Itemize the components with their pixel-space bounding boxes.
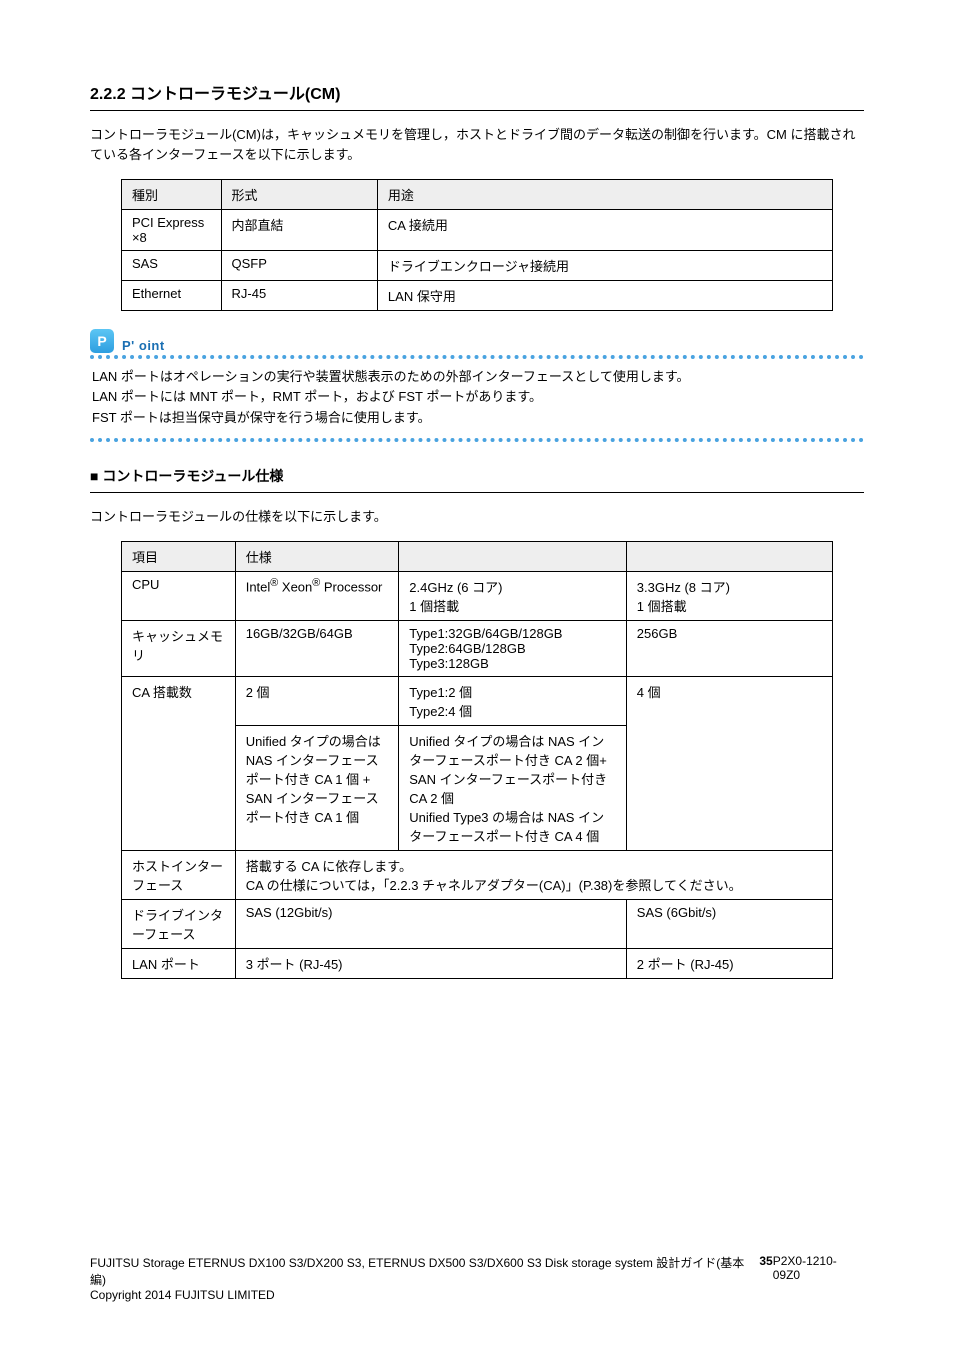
table-cell: 2.4GHz (6 コア) 1 個搭載 — [399, 571, 627, 620]
table-cell: CPU — [121, 571, 235, 620]
table-row: キャッシュメモリ16GB/32GB/64GBType1:32GB/64GB/12… — [121, 620, 832, 676]
section-title: 2.2.2 コントローラモジュール(CM) — [90, 80, 864, 111]
table-row: ドライブインターフェースSAS (12Gbit/s)SAS (6Gbit/s) — [121, 899, 832, 948]
spec-table: 項目 仕様 CPUIntel® Xeon® Processor2.4GHz (6… — [121, 541, 833, 979]
interface-table: 種別 形式 用途 PCI Express ×8内部直結CA 接続用SASQSFP… — [121, 179, 833, 311]
table-cell: キャッシュメモリ — [121, 620, 235, 676]
point-body: LAN ポートはオペレーションの実行や装置状態表示のための外部インターフェースと… — [90, 359, 864, 437]
col-form: 形式 — [221, 180, 377, 210]
dotted-rule-bottom — [90, 438, 864, 442]
table-cell: CA 搭載数 — [121, 676, 235, 850]
point-label: P' oint — [122, 338, 165, 353]
point-callout: P P' oint LAN ポートはオペレーションの実行や装置状態表示のための外… — [90, 329, 864, 441]
table-cell: Unified タイプの場合は NAS インターフェースポート付き CA 2 個… — [399, 725, 627, 850]
table-cell: 3 ポート (RJ-45) — [235, 948, 626, 978]
table-cell: LAN ポート — [121, 948, 235, 978]
table-cell: 2 個 — [235, 676, 399, 725]
point-icon: P — [90, 329, 114, 353]
table-row: PCI Express ×8内部直結CA 接続用 — [121, 210, 832, 251]
table-cell: Type1:32GB/64GB/128GB Type2:64GB/128GB T… — [399, 620, 627, 676]
footer-page: 35 — [759, 1254, 772, 1302]
spec-section: ■ コントローラモジュール仕様 コントローラモジュールの仕様を以下に示します。 … — [90, 466, 864, 979]
table-cell: SAS (6Gbit/s) — [626, 899, 832, 948]
table-cell: Ethernet — [121, 281, 221, 311]
table-cell: 3.3GHz (8 コア) 1 個搭載 — [626, 571, 832, 620]
table-cell: 256GB — [626, 620, 832, 676]
table-header-row: 項目 仕様 — [121, 541, 832, 571]
table-header-row: 種別 形式 用途 — [121, 180, 832, 210]
table-row: SASQSFPドライブエンクロージャ接続用 — [121, 251, 832, 281]
footer-left: FUJITSU Storage ETERNUS DX100 S3/DX200 S… — [90, 1254, 759, 1302]
col-use: 用途 — [377, 180, 832, 210]
table-cell: CA 接続用 — [377, 210, 832, 251]
spec-lead: コントローラモジュールの仕様を以下に示します。 — [90, 507, 864, 527]
section-2-2-2: 2.2.2 コントローラモジュール(CM) コントローラモジュール(CM)は，キ… — [90, 80, 864, 442]
spec-col-1: 仕様 — [235, 541, 399, 571]
point-line: LAN ポートには MNT ポート，RMT ポート，および FST ポートがあり… — [92, 387, 862, 407]
table-cell: ドライブエンクロージャ接続用 — [377, 251, 832, 281]
page-footer: FUJITSU Storage ETERNUS DX100 S3/DX200 S… — [0, 1254, 954, 1302]
table-row: CPUIntel® Xeon® Processor2.4GHz (6 コア) 1… — [121, 571, 832, 620]
col-type: 種別 — [121, 180, 221, 210]
spec-col-2 — [399, 541, 627, 571]
table-row: LAN ポート3 ポート (RJ-45)2 ポート (RJ-45) — [121, 948, 832, 978]
spec-heading: ■ コントローラモジュール仕様 — [90, 466, 864, 493]
table-row: CA 搭載数2 個Type1:2 個 Type2:4 個4 個 — [121, 676, 832, 725]
table-cell: SAS (12Gbit/s) — [235, 899, 626, 948]
table-cell: 2 ポート (RJ-45) — [626, 948, 832, 978]
section-intro: コントローラモジュール(CM)は，キャッシュメモリを管理し，ホストとドライブ間の… — [90, 125, 864, 165]
table-cell: RJ-45 — [221, 281, 377, 311]
table-cell: QSFP — [221, 251, 377, 281]
point-line: LAN ポートはオペレーションの実行や装置状態表示のための外部インターフェースと… — [92, 367, 862, 387]
spec-col-3 — [626, 541, 832, 571]
table-cell: Unified タイプの場合は NAS インターフェースポート付き CA 1 個… — [235, 725, 399, 850]
table-cell: SAS — [121, 251, 221, 281]
spec-col-0: 項目 — [121, 541, 235, 571]
table-cell: Intel® Xeon® Processor — [235, 571, 399, 620]
table-row: EthernetRJ-45LAN 保守用 — [121, 281, 832, 311]
table-cell: 搭載する CA に依存します。 CA の仕様については，「2.2.3 チャネルア… — [235, 850, 832, 899]
table-cell: ドライブインターフェース — [121, 899, 235, 948]
table-cell: 16GB/32GB/64GB — [235, 620, 399, 676]
table-cell: ホストインターフェース — [121, 850, 235, 899]
table-cell: LAN 保守用 — [377, 281, 832, 311]
point-line: FST ポートは担当保守員が保守を行う場合に使用します。 — [92, 408, 862, 428]
table-row: ホストインターフェース搭載する CA に依存します。 CA の仕様については，「… — [121, 850, 832, 899]
table-cell: 4 個 — [626, 676, 832, 850]
table-cell: 内部直結 — [221, 210, 377, 251]
footer-right: P2X0-1210-09Z0 — [773, 1254, 864, 1302]
table-cell: Type1:2 個 Type2:4 個 — [399, 676, 627, 725]
table-cell: PCI Express ×8 — [121, 210, 221, 251]
